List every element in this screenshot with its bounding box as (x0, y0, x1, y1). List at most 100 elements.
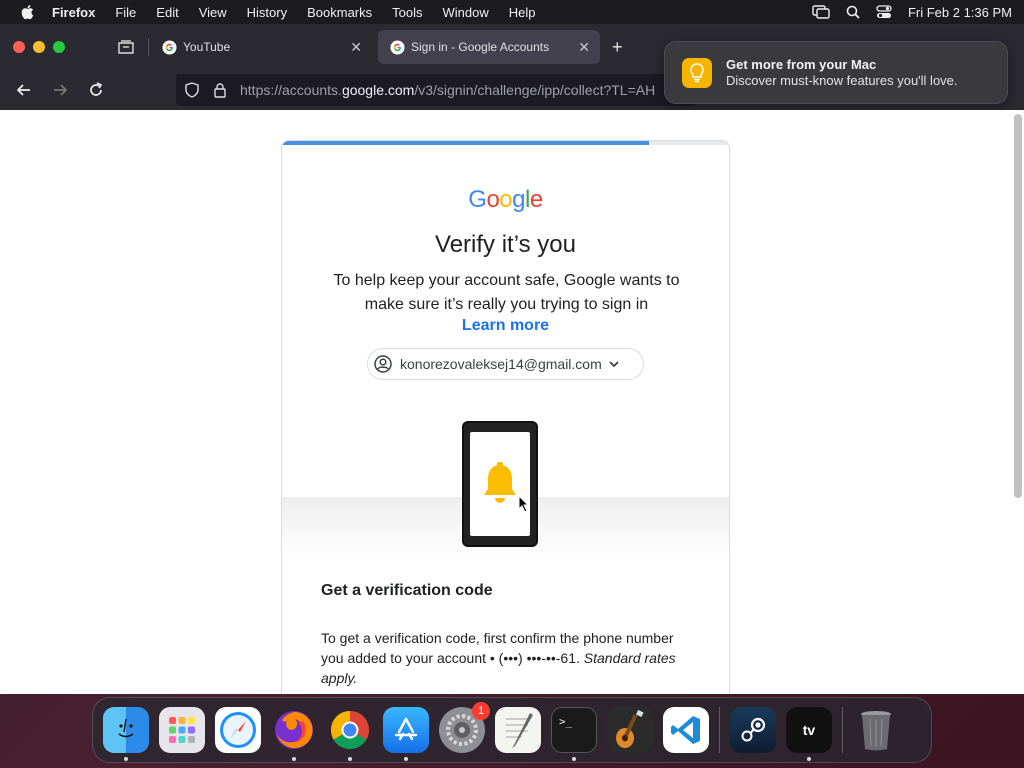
tab-title: Sign in - Google Accounts (411, 40, 550, 54)
minimize-window-button[interactable] (33, 41, 45, 53)
notification-title: Get more from your Mac (726, 57, 877, 72)
running-indicator (404, 757, 408, 761)
google-logo-letter: G (468, 186, 487, 213)
notification-banner[interactable]: Get more from your Mac Discover must-kno… (664, 41, 1008, 104)
account-circle-icon (374, 355, 392, 373)
control-center-icon[interactable] (876, 5, 892, 19)
dock-garageband[interactable] (607, 707, 653, 753)
dock-launchpad[interactable] (159, 707, 205, 753)
section-title: Get a verification code (321, 582, 493, 599)
google-favicon-icon (390, 39, 405, 55)
mouse-cursor-icon (518, 495, 530, 513)
firefox-icon (271, 707, 317, 753)
dock-firefox[interactable] (271, 707, 317, 761)
menu-history[interactable]: History (247, 5, 287, 20)
dock-trash[interactable] (853, 707, 899, 753)
finder-icon (103, 707, 149, 753)
tab-youtube[interactable]: YouTube ✕ (150, 30, 372, 64)
google-logo-letter: o (486, 186, 500, 213)
signin-card: Google Verify it’s you To help keep your… (281, 140, 730, 694)
close-tab-icon[interactable]: ✕ (350, 39, 362, 56)
forward-arrow-icon[interactable] (50, 80, 70, 100)
screen-mirroring-icon[interactable] (812, 5, 830, 19)
dock-apple-tv[interactable]: tv (786, 707, 832, 761)
account-email: konorezovaleksej14@gmail.com (400, 356, 602, 372)
menu-window[interactable]: Window (443, 5, 489, 20)
page-scrollbar[interactable] (1014, 114, 1022, 498)
spotlight-search-icon[interactable] (846, 5, 860, 19)
menubar-clock[interactable]: Fri Feb 2 1:36 PM (908, 5, 1012, 20)
chevron-down-icon (609, 361, 619, 368)
dock-terminal[interactable]: >_ (551, 707, 597, 761)
guitar-icon (607, 707, 653, 753)
tracking-protection-shield-icon[interactable] (184, 82, 200, 98)
account-selector-chip[interactable]: konorezovaleksej14@gmail.com (367, 348, 644, 380)
dock-separator (719, 707, 720, 753)
tab-google-signin[interactable]: Sign in - Google Accounts ✕ (378, 30, 600, 64)
lightbulb-tips-icon (682, 57, 712, 88)
terminal-icon: >_ (551, 707, 597, 753)
close-tab-icon[interactable]: ✕ (578, 39, 590, 56)
close-window-button[interactable] (13, 41, 25, 53)
running-indicator (572, 757, 576, 761)
back-arrow-icon[interactable] (14, 80, 34, 100)
trash-icon (853, 707, 899, 753)
vscode-icon (663, 707, 709, 753)
google-logo-letter: o (499, 186, 513, 213)
lock-icon[interactable] (212, 82, 228, 98)
firefox-view-icon[interactable] (117, 39, 135, 55)
url-bar[interactable]: https://accounts.google.com/v3/signin/ch… (176, 74, 696, 106)
url-text[interactable]: https://accounts.google.com/v3/signin/ch… (240, 82, 655, 98)
page-viewport: Google Verify it’s you To help keep your… (0, 110, 1024, 694)
progress-bar-fill (282, 141, 649, 145)
menu-file[interactable]: File (115, 5, 136, 20)
tab-divider (148, 38, 149, 56)
menu-bookmarks[interactable]: Bookmarks (307, 5, 372, 20)
google-logo-letter: e (529, 186, 543, 213)
new-tab-plus-icon[interactable]: + (612, 37, 623, 58)
google-logo: Google (282, 186, 729, 214)
running-indicator (807, 757, 811, 761)
dock-app-store[interactable] (383, 707, 429, 761)
apple-tv-icon: tv (786, 707, 832, 753)
dock-chrome[interactable] (327, 707, 373, 761)
tab-title: YouTube (183, 40, 231, 54)
dock: 1 >_ tv (92, 697, 932, 763)
running-indicator (348, 757, 352, 761)
dock-separator (842, 707, 843, 753)
chrome-icon (327, 707, 373, 753)
dock-steam[interactable] (730, 707, 776, 753)
menu-tools[interactable]: Tools (392, 5, 422, 20)
menu-view[interactable]: View (199, 5, 227, 20)
page-title: Verify it’s you (435, 231, 576, 258)
reload-icon[interactable] (86, 80, 106, 100)
menu-edit[interactable]: Edit (156, 5, 178, 20)
textedit-icon (495, 707, 541, 753)
dock-system-settings[interactable]: 1 (439, 702, 490, 753)
dock-vscode[interactable] (663, 707, 709, 753)
menu-app-name[interactable]: Firefox (52, 5, 95, 20)
google-logo-letter: g (512, 186, 526, 213)
dock-textedit[interactable] (495, 707, 541, 753)
apple-icon[interactable] (20, 4, 34, 20)
notification-badge: 1 (472, 702, 490, 720)
app-store-icon (383, 707, 429, 753)
menu-help[interactable]: Help (509, 5, 536, 20)
safari-compass-icon (215, 707, 261, 753)
window-controls (13, 41, 65, 53)
phone-screen (470, 432, 530, 536)
verification-description: To get a verification code, first confir… (321, 630, 676, 686)
notification-body: Discover must-know features you'll love. (726, 73, 958, 88)
launchpad-icon (159, 707, 205, 753)
dock-safari[interactable] (215, 707, 261, 753)
bell-icon (484, 462, 516, 503)
menu-bar: Firefox File Edit View History Bookmarks… (0, 0, 1024, 24)
learn-more-link[interactable]: Learn more (282, 317, 729, 335)
dock-finder[interactable] (103, 707, 149, 761)
progress-bar (282, 141, 729, 145)
page-subtitle: To help keep your account safe, Google w… (333, 272, 680, 313)
running-indicator (124, 757, 128, 761)
google-favicon-icon (162, 39, 177, 55)
zoom-window-button[interactable] (53, 41, 65, 53)
steam-icon (730, 707, 776, 753)
